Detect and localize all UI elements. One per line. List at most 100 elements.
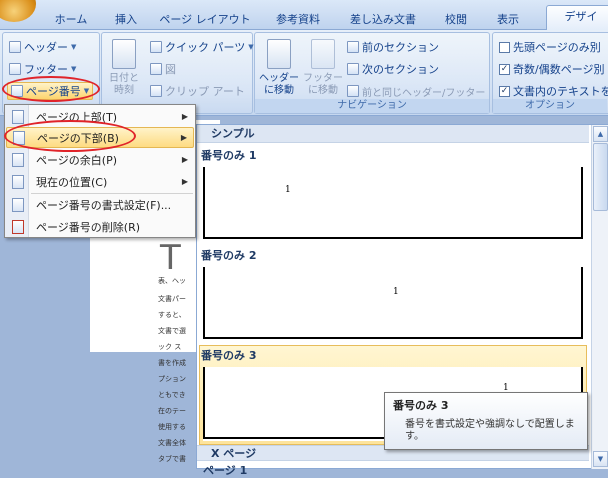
chevron-right-icon: ▶ xyxy=(180,133,187,142)
picture-button[interactable]: 図 xyxy=(150,60,176,78)
page-number-label: ページ番号 xyxy=(26,85,81,98)
goto-header-icon[interactable] xyxy=(267,39,291,69)
menu-item-page-margins[interactable]: ページの余白(P) ▶ xyxy=(6,149,194,170)
menu-item-remove-page-numbers[interactable]: ページ番号の削除(R) xyxy=(6,216,194,237)
menu-item-label: ページ番号の書式設定(F)... xyxy=(36,198,172,212)
page-number-preview: 1 xyxy=(285,185,291,195)
footer-icon xyxy=(9,63,21,75)
page-number-icon xyxy=(11,85,23,97)
document-line: すると、 xyxy=(158,311,186,319)
chevron-down-icon: ▼ xyxy=(71,43,77,51)
document-big-char: T xyxy=(160,238,181,278)
tab-view[interactable]: 表示 xyxy=(488,11,528,30)
next-section-button[interactable]: 次のセクション xyxy=(347,60,439,78)
next-section-label: 次のセクション xyxy=(362,63,439,76)
tab-insert[interactable]: 挿入 xyxy=(106,11,146,30)
chevron-down-icon: ▼ xyxy=(71,65,77,73)
menu-item-label: ページ番号の削除(R) xyxy=(36,220,141,234)
quick-parts-label: クイック パーツ xyxy=(165,41,246,54)
tab-page-layout[interactable]: ページ レイアウト xyxy=(158,11,252,30)
link-previous-button[interactable]: 前と同じヘッダー/フッター xyxy=(347,82,485,100)
link-previous-label: 前と同じヘッダー/フッター xyxy=(362,87,486,99)
document-line: 表、ヘッ xyxy=(158,277,186,285)
header-label: ヘッダー xyxy=(24,41,68,54)
office-button[interactable] xyxy=(0,0,36,22)
goto-footer-button[interactable]: フッター に移動 xyxy=(301,73,345,97)
link-icon xyxy=(347,85,359,97)
group-navigation: ヘッダー に移動 フッター に移動 前のセクション 次のセクション 前と同じヘッ… xyxy=(254,32,490,114)
menu-item-top-of-page[interactable]: ページの上部(T) ▶ xyxy=(6,106,194,127)
date-time-button[interactable]: 日付と 時刻 xyxy=(106,73,142,97)
header-button[interactable]: ヘッダー ▼ xyxy=(9,38,76,56)
tab-design[interactable]: デザイ xyxy=(546,5,608,31)
clip-art-button[interactable]: クリップ アート xyxy=(150,82,245,100)
document-line: ック ス xyxy=(158,343,182,351)
chevron-right-icon: ▶ xyxy=(181,112,188,121)
document-line: 文書で選 xyxy=(158,327,186,335)
picture-label: 図 xyxy=(165,63,176,76)
prev-section-icon xyxy=(347,41,359,53)
document-line: 在のテー xyxy=(158,407,186,415)
menu-item-current-position[interactable]: 現在の位置(C) ▶ xyxy=(6,171,194,192)
show-text-label: 文書内のテキストを xyxy=(513,85,608,98)
quick-parts-icon xyxy=(150,41,162,53)
group-insert: 日付と 時刻 クイック パーツ ▼ 図 クリップ アート xyxy=(101,32,254,114)
calendar-icon[interactable] xyxy=(112,39,136,69)
page-bottom-icon xyxy=(13,130,25,145)
menu-item-label: ページの上部(T) xyxy=(36,110,118,124)
format-page-number-icon xyxy=(12,197,24,212)
remove-page-number-icon xyxy=(12,219,24,234)
first-page-label: 先頭ページのみ別 xyxy=(513,41,601,54)
menu-item-format-page-numbers[interactable]: ページ番号の書式設定(F)... xyxy=(6,194,194,215)
odd-even-label: 奇数/偶数ページ別 xyxy=(513,63,605,76)
tooltip-body: 番号を書式設定や強調なしで配置します。 xyxy=(405,419,575,442)
scroll-up-icon[interactable]: ▲ xyxy=(593,126,608,142)
tab-review[interactable]: 校閲 xyxy=(436,11,476,30)
document-line: ともでき xyxy=(158,391,186,399)
gallery-item-title: 番号のみ 2 xyxy=(201,249,257,262)
document-line: 文書全体 xyxy=(158,439,186,447)
gallery-scrollbar[interactable]: ▲ ▼ xyxy=(591,125,608,469)
tab-mailings[interactable]: 差し込み文書 xyxy=(343,11,423,30)
gallery-item-plain-number-1[interactable]: 1 xyxy=(203,167,583,239)
gallery-item-title: ページ 1 xyxy=(203,464,248,477)
show-text-checkbox[interactable]: ✓ 文書内のテキストを xyxy=(499,82,608,100)
group-header-footer: ヘッダー ▼ フッター ▼ ページ番号 ▼ xyxy=(2,32,100,114)
odd-even-checkbox[interactable]: ✓ 奇数/偶数ページ別 xyxy=(499,60,605,78)
scroll-thumb[interactable] xyxy=(593,143,608,211)
prev-section-button[interactable]: 前のセクション xyxy=(347,38,439,56)
gallery-section-title: シンプル xyxy=(197,125,589,143)
checkbox-checked-icon: ✓ xyxy=(499,85,510,97)
group-options: 先頭ページのみ別 ✓ 奇数/偶数ページ別 ✓ 文書内のテキストを オプション xyxy=(492,32,608,114)
document-line: プション xyxy=(158,375,186,383)
first-page-checkbox[interactable]: 先頭ページのみ別 xyxy=(499,38,601,56)
picture-icon xyxy=(150,63,162,75)
gallery-item-title: 番号のみ 1 xyxy=(201,149,257,162)
tab-home[interactable]: ホーム xyxy=(46,11,96,30)
header-icon xyxy=(9,41,21,53)
prev-section-label: 前のセクション xyxy=(362,41,439,54)
tab-references[interactable]: 参考資料 xyxy=(266,11,330,30)
gallery-item-plain-number-2[interactable]: 1 xyxy=(203,267,583,339)
gallery-tooltip: 番号のみ 3 番号を書式設定や強調なしで配置します。 xyxy=(384,392,588,450)
footer-label: フッター xyxy=(24,63,68,76)
current-position-icon xyxy=(12,174,24,189)
document-line: タブで書 xyxy=(158,455,186,463)
page-top-icon xyxy=(12,109,24,124)
next-section-icon xyxy=(347,63,359,75)
ribbon-tab-bar: ホーム 挿入 ページ レイアウト 参考資料 差し込み文書 校閲 表示 デザイ xyxy=(0,0,608,31)
page-number-preview: 1 xyxy=(393,287,399,297)
goto-header-button[interactable]: ヘッダー に移動 xyxy=(257,73,301,97)
chevron-down-icon: ▼ xyxy=(248,43,254,51)
menu-item-bottom-of-page[interactable]: ページの下部(B) ▶ xyxy=(6,127,194,148)
menu-item-label: ページの下部(B) xyxy=(37,131,119,145)
chevron-right-icon: ▶ xyxy=(181,155,188,164)
quick-parts-button[interactable]: クイック パーツ ▼ xyxy=(150,38,254,56)
scroll-down-icon[interactable]: ▼ xyxy=(593,451,608,467)
page-number-menu: ページの上部(T) ▶ ページの下部(B) ▶ ページの余白(P) ▶ 現在の位… xyxy=(4,104,196,238)
checkbox-checked-icon: ✓ xyxy=(499,63,510,75)
footer-button[interactable]: フッター ▼ xyxy=(9,60,76,78)
document-line: 書を作成 xyxy=(158,359,186,367)
goto-footer-icon[interactable] xyxy=(311,39,335,69)
page-number-button[interactable]: ページ番号 ▼ xyxy=(7,82,94,100)
